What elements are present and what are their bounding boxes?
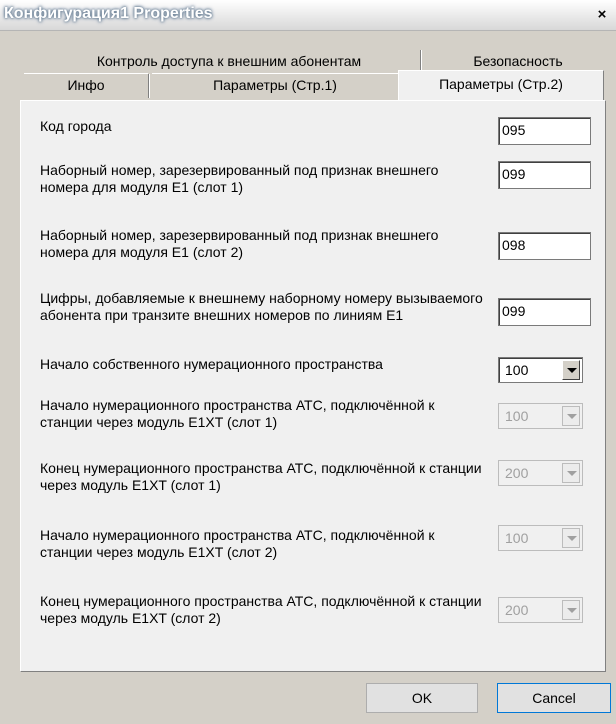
transit-digits-input[interactable]: 099 (498, 298, 591, 326)
field-label: Наборный номер, зарезервированный под пр… (40, 227, 439, 260)
ok-button[interactable]: OK (366, 683, 478, 713)
field-label: Начало нумерационного пространства АТС, … (40, 397, 435, 430)
cancel-button[interactable]: Cancel (497, 683, 611, 713)
field-label: Код города (40, 118, 112, 134)
select-value: 200 (505, 602, 529, 618)
window-title: Конфигурация1 Properties (4, 5, 213, 22)
tab-info[interactable]: Инфо (24, 73, 148, 98)
select-value: 200 (505, 465, 529, 481)
tab-divider (420, 50, 422, 72)
tab-divider (148, 74, 150, 98)
pbx-slot1-end-select: 200 (498, 460, 583, 486)
pbx-slot2-start-select: 100 (498, 525, 583, 551)
tab-params-page1[interactable]: Параметры (Стр.1) (152, 73, 398, 98)
pbx-slot1-start-select: 100 (498, 403, 583, 429)
field-label: Наборный номер, зарезервированный под пр… (40, 162, 439, 195)
field-label: Цифры, добавляемые к внешнему наборному … (40, 290, 483, 323)
title-bar: Конфигурация1 Properties × (0, 0, 616, 31)
select-value: 100 (505, 362, 529, 378)
tab-external-access[interactable]: Контроль доступа к внешним абонентам (38, 50, 420, 72)
chevron-down-icon (562, 463, 580, 483)
chevron-down-icon (562, 406, 580, 426)
tab-security[interactable]: Безопасность (424, 50, 612, 72)
own-numbering-start-select[interactable]: 100 (498, 357, 583, 383)
chevron-down-icon (562, 600, 580, 620)
field-label: Начало нумерационного пространства АТС, … (40, 527, 435, 560)
close-icon[interactable]: × (594, 7, 610, 23)
city-code-input[interactable]: 095 (498, 117, 591, 145)
field-label: Начало собственного нумерационного прост… (40, 356, 383, 372)
reserved-number-e1-slot2-input[interactable]: 098 (498, 232, 591, 260)
chevron-down-icon[interactable] (562, 360, 580, 380)
field-label: Конец нумерационного пространства АТС, п… (40, 460, 482, 493)
select-value: 100 (505, 530, 529, 546)
field-label: Конец нумерационного пространства АТС, п… (40, 593, 482, 626)
reserved-number-e1-slot1-input[interactable]: 099 (498, 161, 591, 189)
tab-params-page2[interactable]: Параметры (Стр.2) (398, 70, 604, 100)
chevron-down-icon (562, 528, 580, 548)
select-value: 100 (505, 408, 529, 424)
pbx-slot2-end-select: 200 (498, 597, 583, 623)
